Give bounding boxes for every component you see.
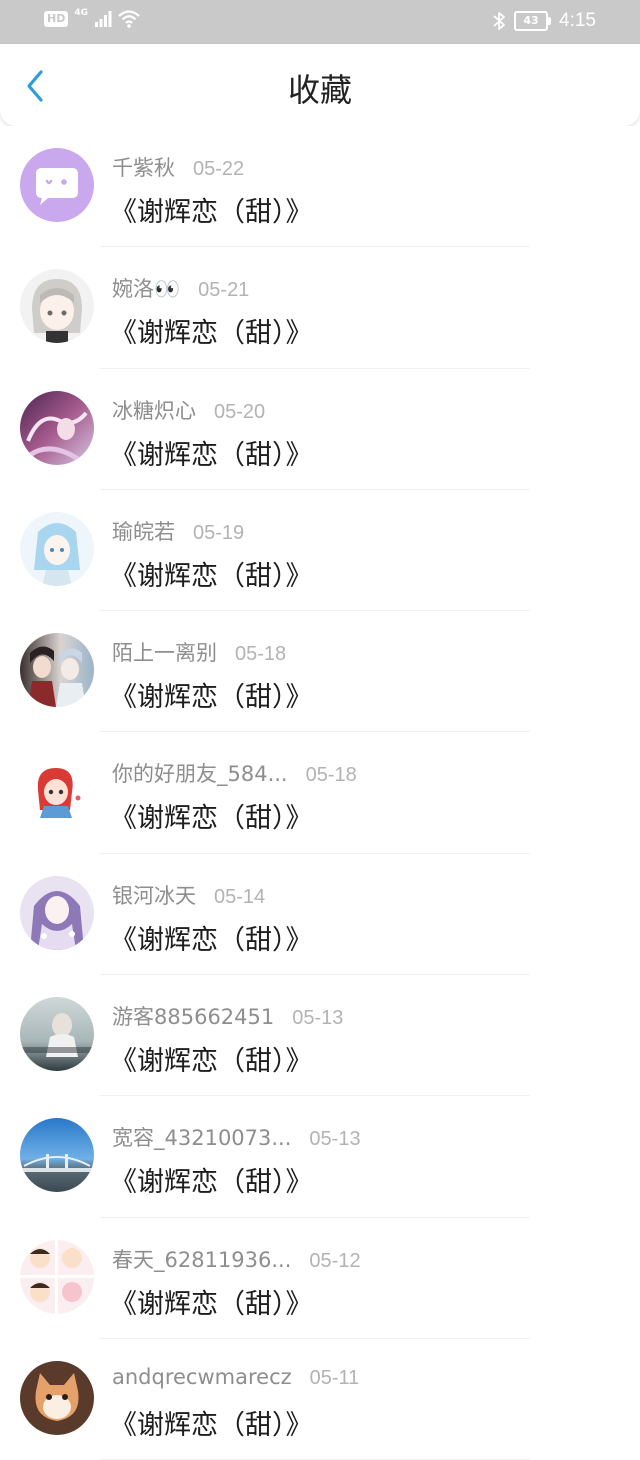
status-left: HD 4G [44,8,140,28]
user-name: 宽容_43210073... [112,1126,292,1151]
item-title: 《谢辉恋（甜）》 [110,1046,313,1078]
wifi-icon [118,10,140,28]
item-meta: 千紫秋 05-22 [112,152,244,182]
item-meta: 春天_62811936... 05-12 [112,1244,361,1274]
item-meta: 银河冰天 05-14 [112,880,265,910]
item-title: 《谢辉恋（甜）》 [110,439,313,471]
user-name: andqrecwmarecz [112,1364,292,1389]
item-title: 《谢辉恋（甜）》 [110,924,313,956]
item-meta: 你的好朋友_584... 05-18 [112,758,357,788]
item-meta: 游客885662451 05-13 [112,1001,343,1031]
list-item[interactable]: 游客885662451 05-13 《谢辉恋（甜）》 [0,975,640,1097]
cartoon-girl-avatar[interactable] [20,754,94,829]
item-title: 《谢辉恋（甜）》 [110,682,313,714]
anime-avatar[interactable] [20,875,94,950]
chat-bubble-avatar[interactable] [20,148,94,222]
item-date: 05-13 [309,1128,361,1151]
user-name: 婉洛👀 [112,277,181,302]
item-date: 05-22 [193,158,245,180]
battery-level: 43 [514,11,549,31]
item-title: 《谢辉恋（甜）》 [110,318,313,350]
item-date: 05-18 [305,764,357,787]
item-date: 05-11 [309,1366,360,1389]
list-item[interactable]: 你的好朋友_584... 05-18 《谢辉恋（甜）》 [0,732,640,854]
item-date: 05-13 [292,1007,344,1030]
user-name: 你的好朋友_584... [112,762,288,787]
user-name: 游客885662451 [112,1005,275,1030]
item-title: 《谢辉恋（甜）》 [110,1167,313,1199]
list-item[interactable]: 婉洛👀 05-21 《谢辉恋（甜）》 [0,247,640,369]
item-date: 05-19 [193,521,245,544]
item-date: 05-20 [214,400,266,423]
anime-girl-avatar[interactable] [20,269,94,344]
user-name: 瑜皖若 [112,519,175,544]
status-bar: HD 4G 43 4:15 [0,0,640,44]
item-title: 《谢辉恋（甜）》 [110,1288,313,1320]
item-meta: 宽容_43210073... 05-13 [112,1122,361,1152]
item-date: 05-18 [235,643,287,666]
status-right: 43 4:15 [492,10,596,32]
list-item[interactable]: 春天_62811936... 05-12 《谢辉恋（甜）》 [0,1218,640,1339]
user-name: 银河冰天 [112,883,196,908]
nav-bar: 收藏 [0,44,640,126]
item-title: 《谢辉恋（甜）》 [110,560,313,592]
list-item[interactable]: andqrecwmarecz 05-11 《谢辉恋（甜）》 [0,1339,640,1460]
list-item[interactable]: 千紫秋 05-22 《谢辉恋（甜）》 [0,126,640,248]
user-name: 冰糖炽心 [112,398,196,423]
anime-avatar[interactable] [20,390,94,465]
item-meta: 瑜皖若 05-19 [112,516,244,546]
page-title: 收藏 [287,71,352,109]
cat-avatar[interactable] [20,1360,94,1435]
list-item[interactable]: 冰糖炽心 05-20 《谢辉恋（甜）》 [0,369,640,490]
list-item[interactable]: 宽容_43210073... 05-13 《谢辉恋（甜）》 [0,1096,640,1218]
bluetooth-icon [493,12,505,30]
list-item[interactable]: 陌上一离别 05-18 《谢辉恋（甜）》 [0,611,640,733]
anime-avatar[interactable] [20,633,94,708]
item-meta: 冰糖炽心 05-20 [112,395,265,425]
battery-icon: 43 [514,11,552,31]
signal-icon [95,11,112,27]
item-meta: 陌上一离别 05-18 [112,637,286,667]
item-date: 05-21 [198,279,250,302]
favorites-list: 千紫秋 05-22 《谢辉恋（甜）》 婉洛👀 05-21 《谢辉恋（甜）》 冰糖… [0,126,640,1460]
item-meta: 婉洛👀 05-21 [112,273,249,303]
photo-avatar[interactable] [20,997,94,1072]
user-name: 千紫秋 [112,156,175,180]
network-type: 4G [74,8,88,18]
hd-badge: HD [44,11,69,27]
item-date: 05-12 [309,1249,361,1272]
user-name: 春天_62811936... [112,1247,292,1272]
user-name: 陌上一离别 [112,641,217,666]
item-title: 《谢辉恋（甜）》 [110,1409,313,1441]
item-meta: andqrecwmarecz 05-11 [112,1365,359,1390]
list-item[interactable]: 银河冰天 05-14 《谢辉恋（甜）》 [0,854,640,976]
item-title: 《谢辉恋（甜）》 [110,197,313,228]
list-item[interactable]: 瑜皖若 05-19 《谢辉恋（甜）》 [0,490,640,612]
cartoon-avatar[interactable] [20,1239,94,1314]
clock: 4:15 [559,10,596,31]
sky-bridge-avatar[interactable] [20,1118,94,1193]
item-title: 《谢辉恋（甜）》 [110,803,313,835]
item-date: 05-14 [214,885,266,908]
anime-avatar[interactable] [20,511,94,586]
